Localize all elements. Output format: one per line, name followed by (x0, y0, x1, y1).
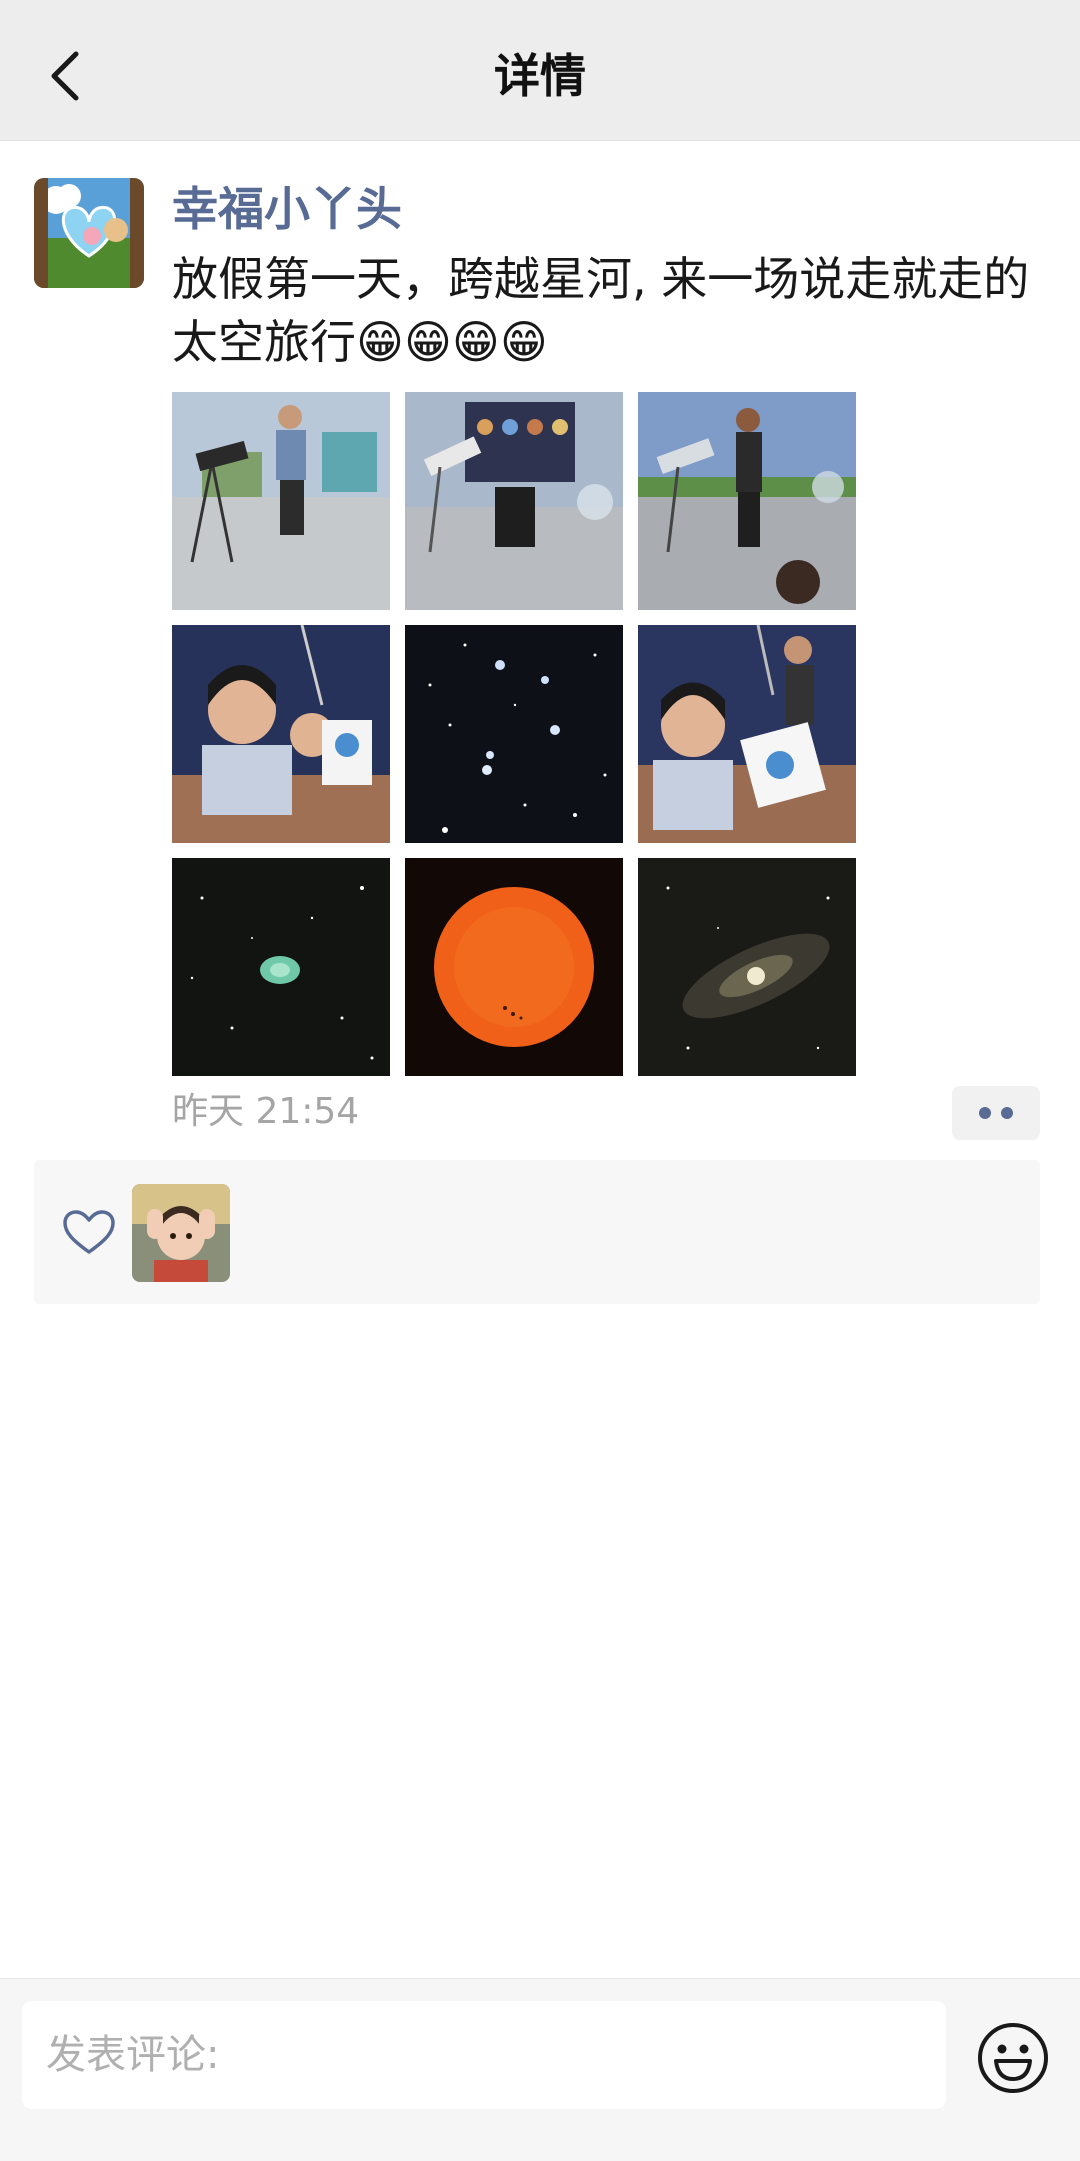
page-title: 详情 (494, 49, 586, 103)
liker-avatar[interactable] (132, 1184, 230, 1282)
comment-input[interactable] (22, 2001, 946, 2109)
post-timestamp: 昨天 21:54 (172, 1091, 360, 1132)
comment-bar (0, 1978, 1080, 2161)
photo-orange-sun[interactable] (405, 858, 623, 1076)
photo-pleiades-star-cluster[interactable] (405, 625, 623, 843)
photo-andromeda-galaxy[interactable] (638, 858, 856, 1076)
photo-grid (172, 392, 856, 1076)
emoji-button[interactable] (976, 2021, 1050, 2095)
photo-girl-with-planisphere[interactable] (638, 625, 856, 843)
more-actions-button[interactable] (952, 1086, 1040, 1140)
photo-planet-poster-stargazing[interactable] (405, 392, 623, 610)
likes-panel (34, 1160, 1040, 1304)
top-nav-bar: 详情 (0, 0, 1080, 141)
heart-icon (63, 1210, 115, 1254)
photo-man-with-telescope[interactable] (638, 392, 856, 610)
poster-name[interactable]: 幸福小丫头 (172, 178, 402, 240)
photo-green-nebula[interactable] (172, 858, 390, 1076)
more-dots-icon (979, 1107, 991, 1119)
poster-avatar[interactable] (34, 178, 144, 288)
emoji-icon (978, 2023, 1048, 2093)
post-text: 放假第一天，跨越星河, 来一场说走就走的太空旅行😁😁😁😁 (172, 252, 1030, 369)
photo-telescope-on-plaza[interactable] (172, 392, 390, 610)
photo-girl-holding-book[interactable] (172, 625, 390, 843)
more-dots-icon-dot (1001, 1107, 1013, 1119)
